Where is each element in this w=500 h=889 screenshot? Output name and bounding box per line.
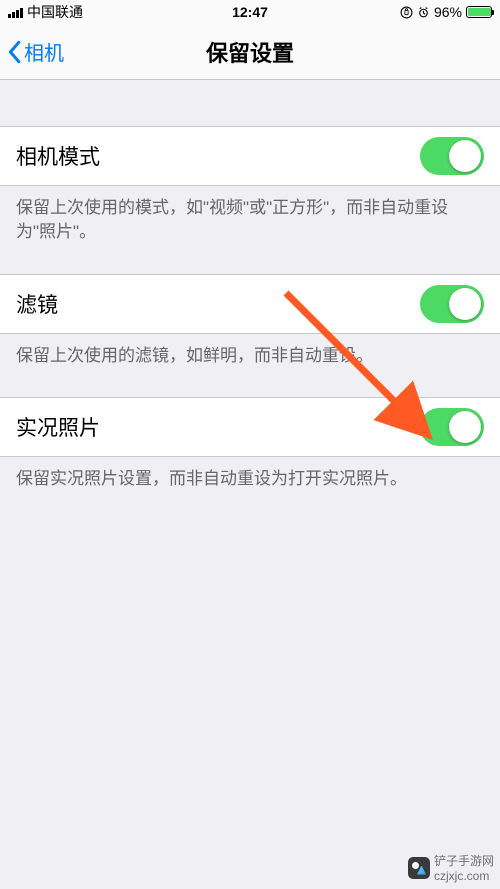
status-right: 96% [400,4,492,20]
page-title: 保留设置 [206,36,294,68]
status-bar: 中国联通 12:47 96% [0,0,500,24]
back-label: 相机 [24,37,64,66]
signal-strength-icon [8,6,23,18]
battery-icon [466,6,492,18]
setting-row-camera-mode: 相机模式 [0,126,500,186]
toggle-filter[interactable] [420,285,484,323]
setting-label: 相机模式 [16,141,100,171]
setting-label: 滤镜 [16,289,58,319]
status-left: 中国联通 [8,2,83,22]
watermark-url: czjxjc.com [434,869,494,883]
setting-row-live-photo: 实况照片 [0,397,500,457]
toggle-live-photo[interactable] [420,408,484,446]
back-button[interactable]: 相机 [6,37,64,66]
setting-row-filter: 滤镜 [0,274,500,334]
setting-footer-camera-mode: 保留上次使用的模式，如"视频"或"正方形"，而非自动重设为"照片"。 [0,186,500,244]
carrier-label: 中国联通 [27,2,83,22]
battery-percentage: 96% [434,4,462,20]
watermark: 铲子手游网 czjxjc.com [408,852,494,883]
alarm-icon [417,6,430,19]
setting-footer-filter: 保留上次使用的滤镜，如鲜明，而非自动重设。 [0,334,500,368]
setting-footer-live-photo: 保留实况照片设置，而非自动重设为打开实况照片。 [0,457,500,491]
chevron-left-icon [6,40,22,64]
watermark-logo-icon [408,857,430,879]
watermark-brand: 铲子手游网 [434,852,494,869]
clock: 12:47 [232,4,268,20]
setting-label: 实况照片 [16,412,100,442]
navigation-bar: 相机 保留设置 [0,24,500,80]
toggle-camera-mode[interactable] [420,137,484,175]
orientation-lock-icon [400,6,413,19]
